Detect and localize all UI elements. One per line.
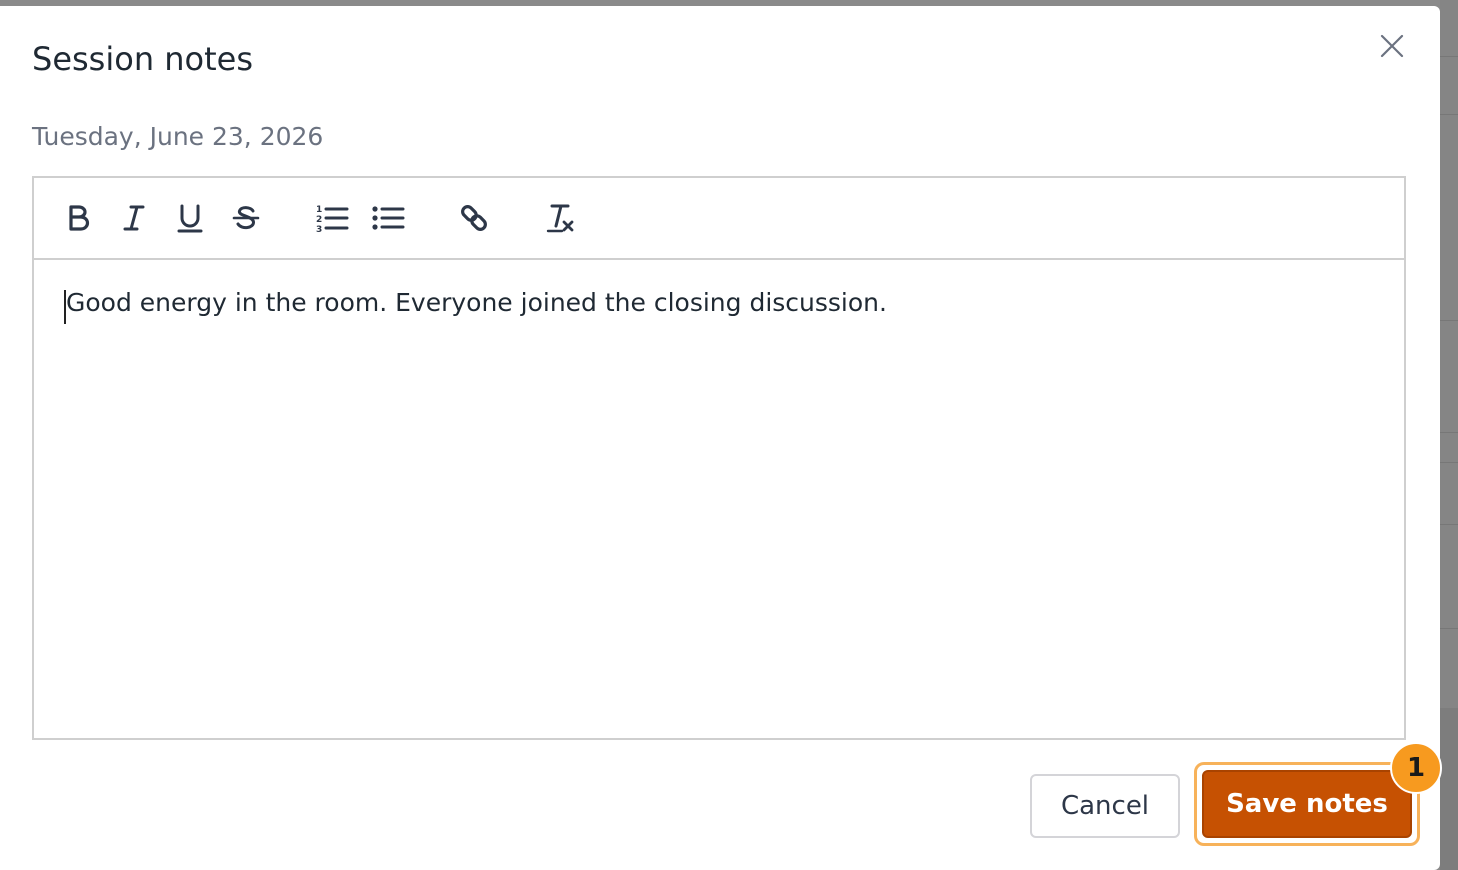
- svg-text:2: 2: [316, 215, 322, 225]
- clear-formatting-icon: [546, 204, 574, 233]
- close-button[interactable]: [1376, 30, 1408, 62]
- bold-icon: [69, 205, 90, 231]
- link-icon: [461, 205, 487, 231]
- rich-text-editor: 1 2 3 Good energy in the room. Everyone …: [32, 176, 1406, 740]
- text-cursor: [64, 290, 66, 324]
- underline-button[interactable]: [170, 198, 210, 238]
- italic-icon: [123, 205, 145, 231]
- svg-text:1: 1: [316, 205, 322, 215]
- strikethrough-icon: [232, 206, 260, 230]
- editor-toolbar: 1 2 3: [34, 178, 1404, 260]
- bold-button[interactable]: [58, 198, 98, 238]
- underline-icon: [177, 204, 203, 233]
- background-page: [1440, 0, 1458, 870]
- link-button[interactable]: [454, 198, 494, 238]
- svg-text:3: 3: [316, 225, 322, 233]
- dialog-title: Session notes: [32, 40, 254, 78]
- strikethrough-button[interactable]: [226, 198, 266, 238]
- clear-formatting-button[interactable]: [540, 198, 580, 238]
- ordered-list-icon: 1 2 3: [316, 205, 349, 233]
- close-icon: [1380, 34, 1404, 58]
- italic-button[interactable]: [114, 198, 154, 238]
- step-badge: 1: [1390, 742, 1442, 794]
- save-notes-button[interactable]: Save notes: [1202, 770, 1412, 838]
- session-date: Tuesday, June 23, 2026: [32, 122, 324, 151]
- bullet-list-button[interactable]: [368, 198, 408, 238]
- notes-text-area[interactable]: Good energy in the room. Everyone joined…: [34, 260, 1404, 738]
- ordered-list-button[interactable]: 1 2 3: [312, 198, 352, 238]
- bullet-list-icon: [372, 206, 405, 230]
- cancel-button[interactable]: Cancel: [1030, 774, 1180, 838]
- session-notes-dialog: Session notes Tuesday, June 23, 2026 1 2…: [0, 6, 1440, 870]
